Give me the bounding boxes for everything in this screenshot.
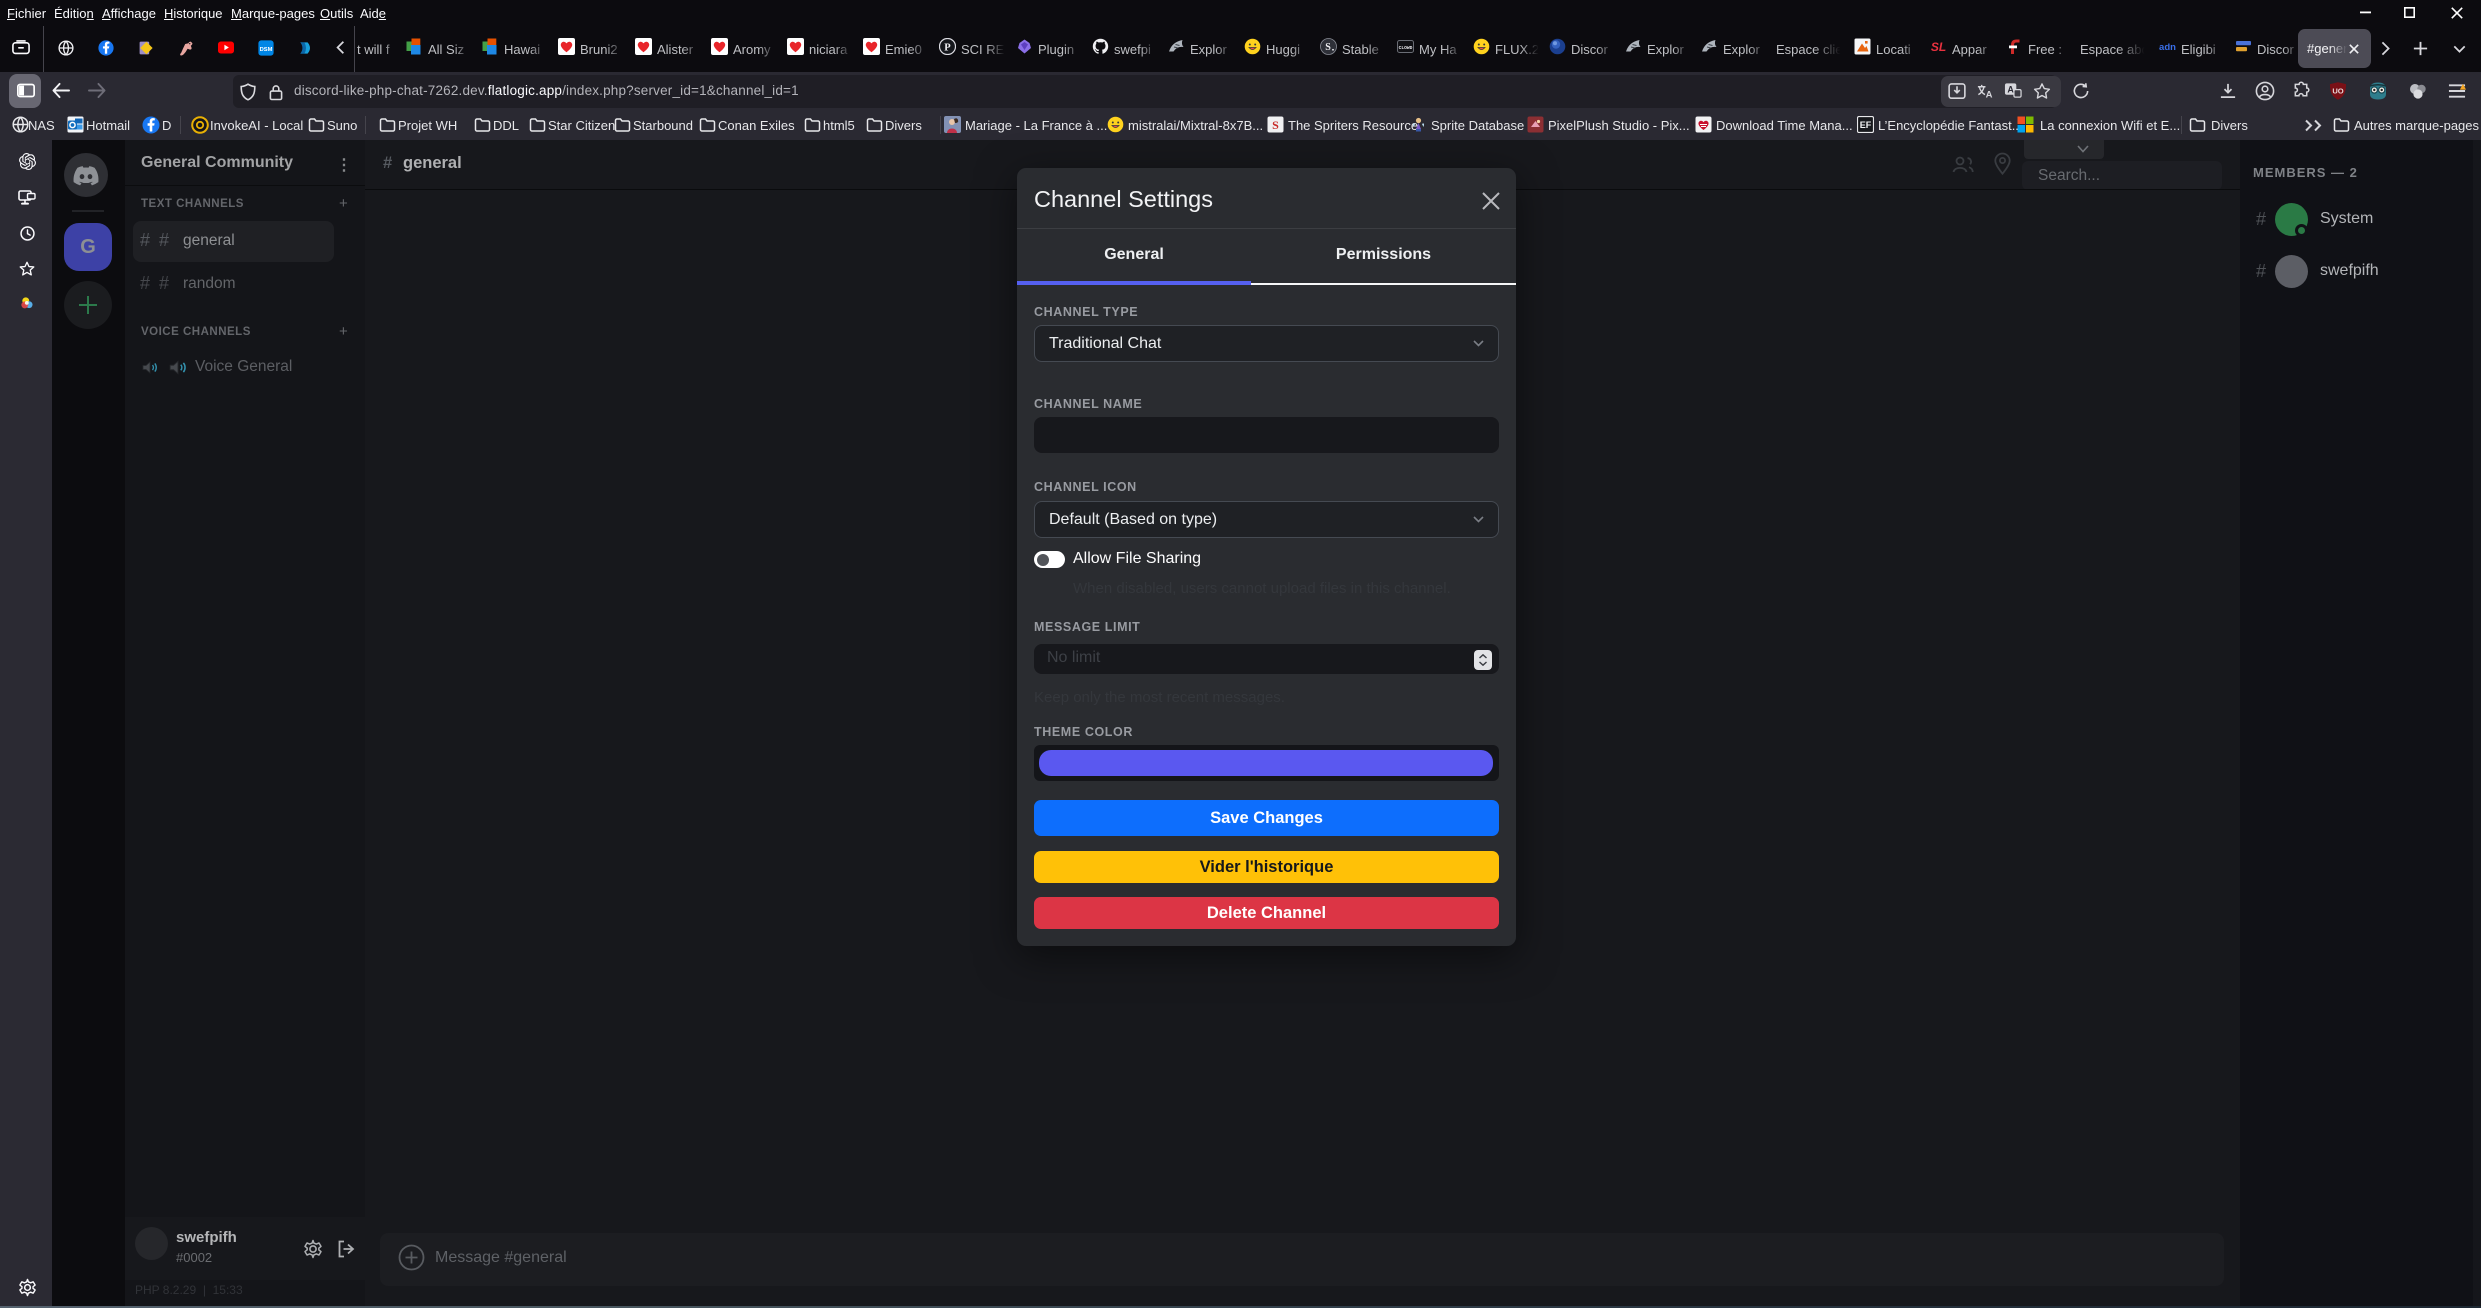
svg-text:SL: SL (1931, 40, 1946, 54)
svg-text:S: S (1325, 42, 1331, 53)
svg-text:EF: EF (1860, 120, 1872, 130)
svg-text:P: P (944, 42, 951, 53)
svg-text:adn: adn (2159, 42, 2176, 53)
svg-text:DSM: DSM (260, 46, 273, 52)
svg-text:S: S (1272, 118, 1279, 132)
svg-text:A: A (1986, 90, 1993, 100)
svg-text:UO: UO (2332, 86, 2343, 95)
svg-text:CLOWD: CLOWD (1399, 45, 1413, 51)
svg-text:A: A (2007, 85, 2014, 95)
